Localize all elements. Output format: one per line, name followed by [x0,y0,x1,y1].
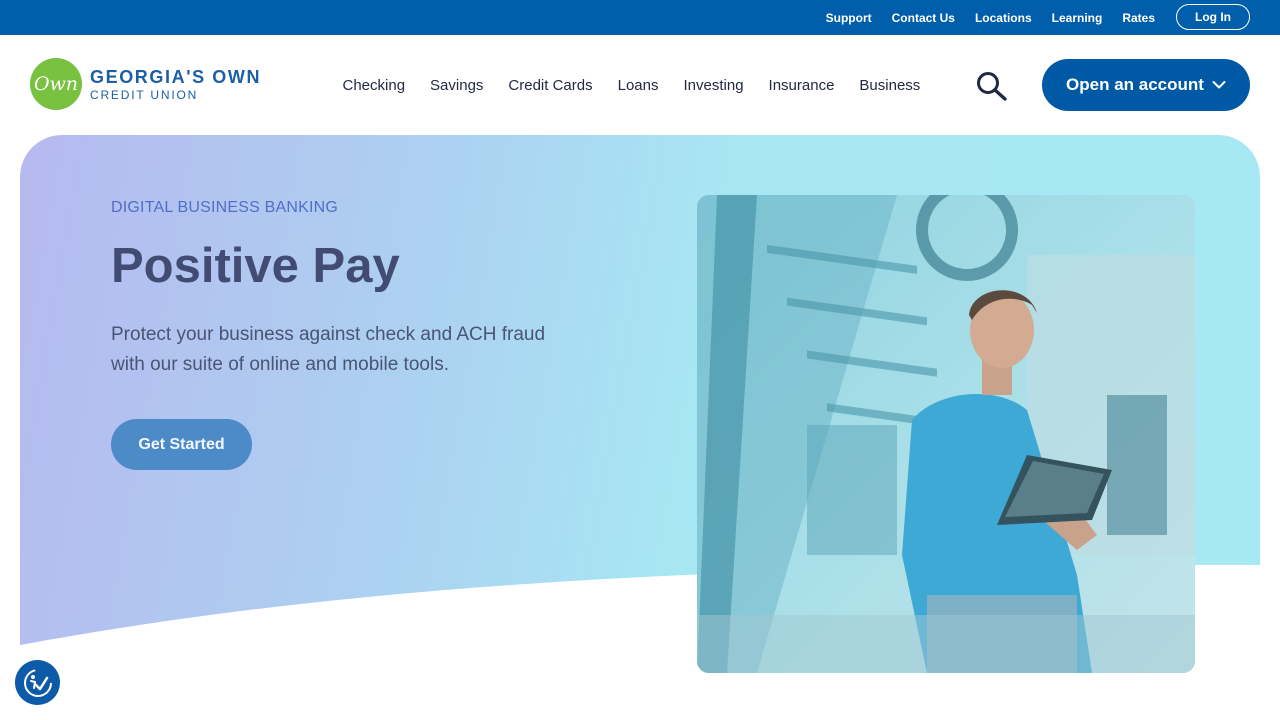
open-account-button[interactable]: Open an account [1042,59,1250,111]
nav-item-business[interactable]: Business [847,77,933,94]
hero-photo [697,195,1195,673]
hero-description: Protect your business against check and … [111,324,546,375]
page-title: Positive Pay [111,239,400,293]
accessibility-button[interactable] [15,660,60,705]
logo-subname: CREDIT UNION [90,87,199,102]
accessibility-icon [23,668,52,697]
nav-item-checking[interactable]: Checking [330,77,418,94]
nav-item-credit-cards[interactable]: Credit Cards [496,77,605,94]
utility-bar: Support Contact Us Locations Learning Ra… [0,0,1280,35]
logo-name: GEORGIA'S OWN [90,66,262,87]
utility-link-rates[interactable]: Rates [1122,11,1155,25]
utility-link-learning[interactable]: Learning [1052,11,1103,25]
hero-photo-illustration [697,195,1195,673]
nav-item-loans[interactable]: Loans [605,77,671,94]
open-account-label: Open an account [1066,75,1204,94]
nav-item-insurance[interactable]: Insurance [756,77,847,94]
search-button[interactable] [975,71,1009,101]
logo[interactable]: Own GEORGIA'S OWN CREDIT UNION [30,58,261,110]
hero-eyebrow: DIGITAL BUSINESS BANKING [111,199,339,216]
search-icon [977,72,1007,101]
utility-link-locations[interactable]: Locations [975,11,1032,25]
log-in-button[interactable]: Log In [1176,4,1250,30]
chevron-down-icon [1212,81,1226,89]
logo-mark: Own [30,58,82,110]
nav-item-investing[interactable]: Investing [671,77,756,94]
main-header: Own GEORGIA'S OWN CREDIT UNION Checking … [0,35,1280,135]
get-started-button[interactable]: Get Started [111,419,252,470]
main-nav: Checking Savings Credit Cards Loans Inve… [330,35,933,135]
utility-links: Support Contact Us Locations Learning Ra… [826,0,1155,35]
logo-wordmark: GEORGIA'S OWN CREDIT UNION [90,68,261,101]
utility-link-contact-us[interactable]: Contact Us [892,11,955,25]
utility-link-support[interactable]: Support [826,11,872,25]
nav-item-savings[interactable]: Savings [418,77,496,94]
